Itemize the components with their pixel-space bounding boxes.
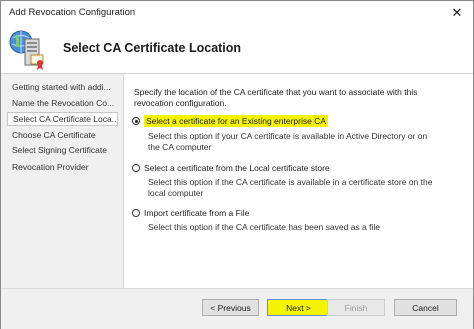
option-import-from-file[interactable]: Import certificate from a File [132,208,249,219]
option-existing-enterprise-ca-label: Select a certificate for an Existing ent… [144,115,328,127]
sidebar-item-choose-ca-certificate[interactable]: Choose CA Certificate [12,130,119,140]
cancel-button[interactable]: Cancel [394,299,457,316]
option-import-from-file-label: Import certificate from a File [144,208,250,218]
option-import-from-file-description: Select this option if the CA certificate… [148,222,380,232]
previous-button[interactable]: < Previous [202,299,259,316]
certificate-server-icon [9,30,44,70]
wizard-header: Select CA Certificate Location [1,25,473,73]
radio-local-certificate-store[interactable] [132,164,140,172]
add-revocation-configuration-dialog: Add Revocation Configuration ✕ Select CA… [0,0,474,329]
title-bar: Add Revocation Configuration ✕ [1,1,473,25]
page-title: Select CA Certificate Location [63,41,242,55]
window-title: Add Revocation Configuration [9,7,136,18]
page-description: Specify the location of the CA certifica… [134,87,418,108]
wizard-steps-sidebar: Getting started with addi... Name the Re… [1,74,124,288]
close-button[interactable]: ✕ [445,3,469,23]
sidebar-item-name-revocation-configuration[interactable]: Name the Revocation Co... [12,98,119,108]
wizard-content: Specify the location of the CA certifica… [124,74,473,288]
finish-button[interactable]: Finish [327,299,385,316]
option-local-certificate-store-description: Select this option if the CA certificate… [148,177,433,198]
radio-import-from-file[interactable] [132,209,140,217]
sidebar-item-revocation-provider[interactable]: Revocation Provider [12,162,119,172]
option-local-certificate-store[interactable]: Select a certificate from the Local cert… [132,163,330,174]
option-existing-enterprise-ca[interactable]: Select a certificate for an Existing ent… [132,115,328,127]
sidebar-item-select-signing-certificate[interactable]: Select Signing Certificate [12,145,119,155]
radio-existing-enterprise-ca[interactable] [132,117,140,125]
option-existing-enterprise-ca-description: Select this option if your CA certificat… [148,131,428,152]
sidebar-item-getting-started[interactable]: Getting started with addi... [12,82,119,92]
option-local-certificate-store-label: Select a certificate from the Local cert… [144,163,330,173]
sidebar-item-select-ca-certificate-location[interactable]: Select CA Certificate Loca... [7,112,118,126]
next-button[interactable]: Next > [267,299,330,316]
